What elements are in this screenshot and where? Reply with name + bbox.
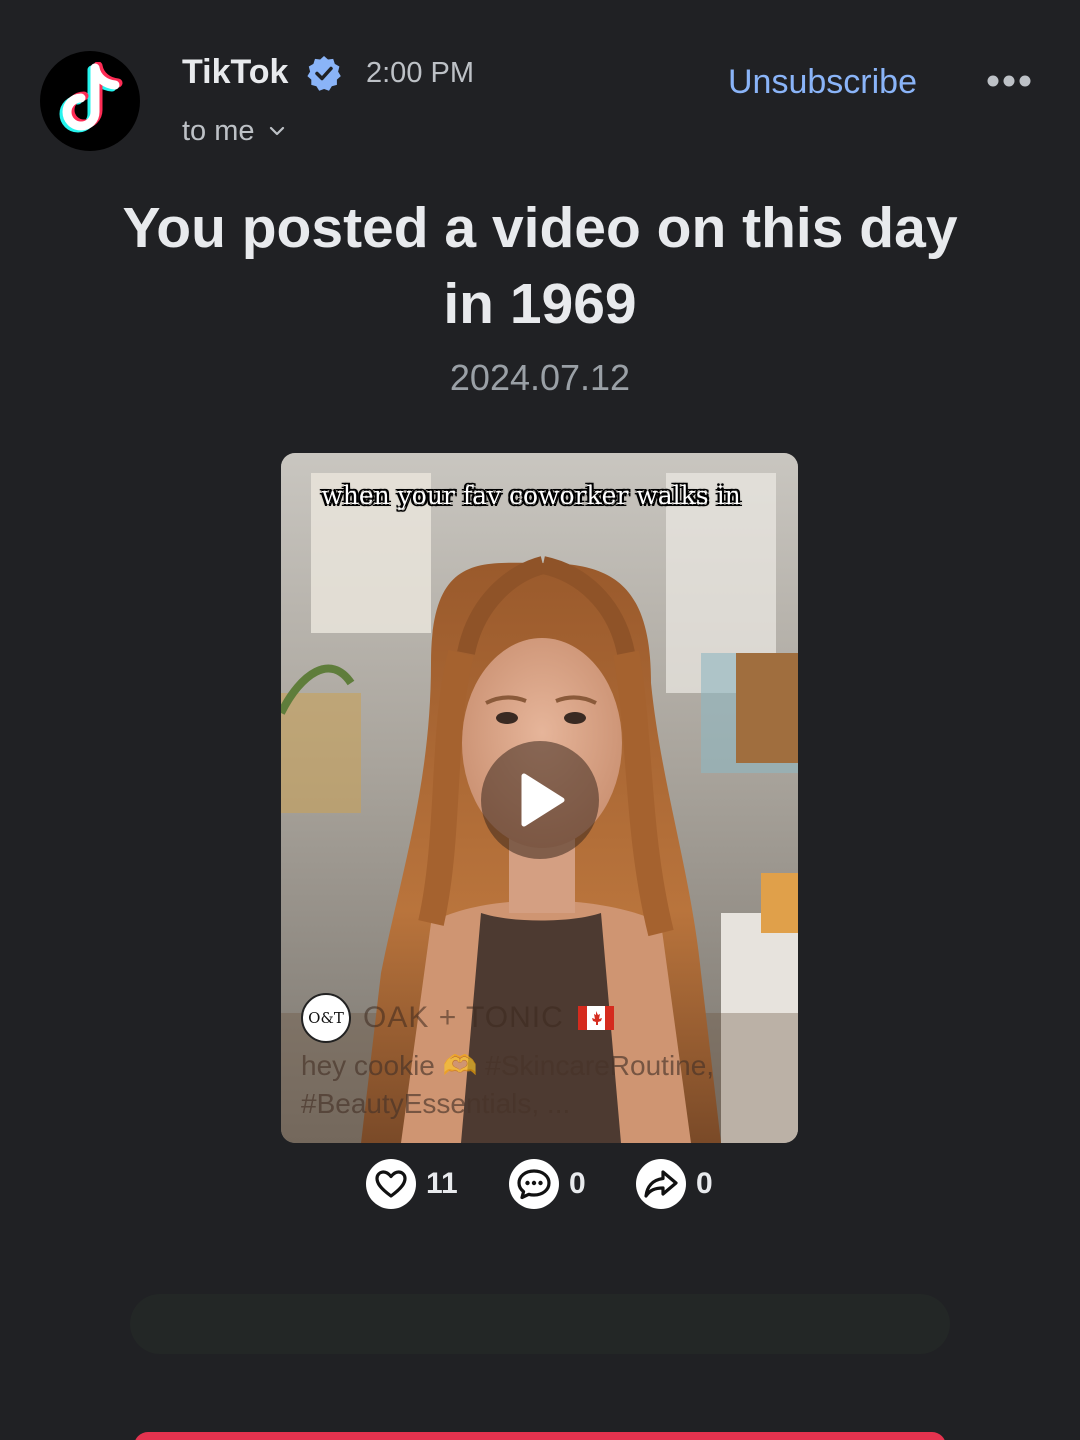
comment-icon xyxy=(509,1159,559,1209)
creator-avatar: O&T xyxy=(301,993,351,1043)
share-icon xyxy=(636,1159,686,1209)
heart-icon xyxy=(366,1159,416,1209)
sent-time: 2:00 PM xyxy=(366,57,474,89)
recipient-label: to me xyxy=(182,115,255,147)
canada-flag-icon xyxy=(577,1006,614,1030)
chevron-down-icon xyxy=(269,126,284,136)
tiktok-logo-icon[interactable] xyxy=(40,51,140,151)
video-thumbnail[interactable]: when your fav coworker walks in O&T OAK … xyxy=(281,453,798,1143)
shares-stat: 0 xyxy=(636,1158,713,1210)
post-date: 2024.07.12 xyxy=(449,357,631,398)
sender-name[interactable]: TikTok xyxy=(182,52,288,92)
creator-row: O&T OAK + TONIC xyxy=(301,993,614,1043)
play-button[interactable] xyxy=(481,741,599,859)
unsubscribe-link[interactable]: Unsubscribe xyxy=(728,60,917,104)
recipient-details-toggle[interactable]: to me xyxy=(182,112,287,150)
video-caption: when your fav coworker walks in xyxy=(321,481,741,510)
shares-count: 0 xyxy=(696,1167,713,1200)
comments-stat: 0 xyxy=(509,1158,586,1210)
likes-count: 11 xyxy=(426,1167,458,1200)
comments-count: 0 xyxy=(569,1167,586,1200)
likes-stat: 11 xyxy=(366,1158,458,1210)
bottom-action-button[interactable] xyxy=(134,1432,946,1440)
email-headline: You posted a video on this day in 1969 xyxy=(122,196,958,336)
email-view: TikTok 2:00 PM to me Unsubscribe You pos… xyxy=(0,0,1080,1440)
video-description: hey cookie 🫶 #SkincareRoutine, #BeautyEs… xyxy=(301,1050,715,1119)
creator-name: OAK + TONIC xyxy=(363,1001,564,1034)
primary-action-bar[interactable] xyxy=(130,1294,950,1354)
more-options-icon[interactable] xyxy=(984,66,1034,96)
video-stats: 11 0 0 xyxy=(0,1158,1080,1210)
verified-badge-icon xyxy=(307,56,341,91)
play-icon xyxy=(521,773,565,827)
